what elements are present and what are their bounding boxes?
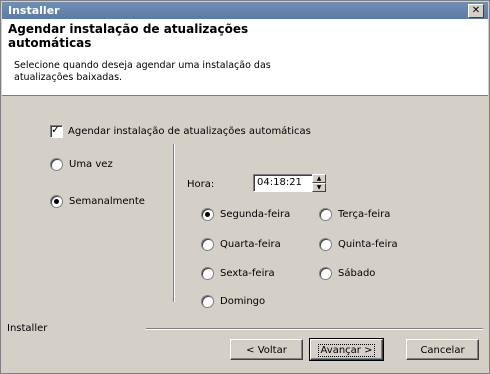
radio-label: Sexta-feira: [220, 268, 275, 279]
schedule-checkbox-label: Agendar instalação de atualizações autom…: [68, 126, 311, 137]
radio-semanalmente[interactable]: Semanalmente: [50, 195, 145, 208]
radio-label: Quarta-feira: [220, 239, 281, 250]
radio-circle[interactable]: [201, 295, 214, 308]
radio-label: Quinta-feira: [338, 239, 398, 250]
radio-day-sabado[interactable]: Sábado: [319, 267, 375, 280]
radio-circle[interactable]: [201, 238, 214, 251]
time-label: Hora:: [187, 179, 215, 190]
radio-circle[interactable]: [50, 195, 63, 208]
radio-day-terca[interactable]: Terça-feira: [319, 208, 390, 221]
radio-label: Segunda-feira: [220, 209, 291, 220]
footer-brand-label: Installer: [7, 323, 48, 334]
checkbox-box[interactable]: [50, 123, 63, 138]
radio-day-quinta[interactable]: Quinta-feira: [319, 238, 398, 251]
back-button[interactable]: < Voltar: [230, 339, 303, 360]
window-title: Installer: [8, 4, 60, 17]
radio-day-domingo[interactable]: Domingo: [201, 295, 265, 308]
radio-uma-vez[interactable]: Uma vez: [50, 158, 113, 171]
schedule-checkbox[interactable]: Agendar instalação de atualizações autom…: [50, 123, 311, 138]
wizard-header: Agendar instalação de atualizações autom…: [2, 19, 488, 96]
next-button[interactable]: Avançar >: [309, 338, 384, 361]
installer-window: Installer ✕ Agendar instalação de atuali…: [0, 0, 490, 374]
spin-up-icon[interactable]: ▲: [312, 174, 326, 183]
time-input[interactable]: 04:18:21: [253, 174, 321, 192]
radio-circle[interactable]: [201, 267, 214, 280]
radio-circle[interactable]: [319, 208, 332, 221]
title-bar: Installer ✕: [2, 2, 488, 19]
radio-day-segunda[interactable]: Segunda-feira: [201, 208, 290, 221]
radio-day-quarta[interactable]: Quarta-feira: [201, 238, 281, 251]
radio-label: Uma vez: [69, 159, 113, 170]
separator-vertical: [173, 144, 174, 302]
close-button[interactable]: ✕: [468, 4, 484, 18]
radio-label: Semanalmente: [69, 196, 145, 207]
radio-label: Terça-feira: [338, 209, 391, 220]
radio-circle[interactable]: [50, 158, 63, 171]
next-button-label: Avançar >: [317, 344, 376, 357]
cancel-button[interactable]: Cancelar: [406, 339, 479, 360]
radio-label: Sábado: [338, 268, 376, 279]
radio-label: Domingo: [220, 296, 266, 307]
footer-separator: [146, 328, 483, 329]
radio-day-sexta[interactable]: Sexta-feira: [201, 267, 275, 280]
radio-circle[interactable]: [319, 267, 332, 280]
radio-circle[interactable]: [319, 238, 332, 251]
radio-circle[interactable]: [201, 208, 214, 221]
page-subtitle: Selecione quando deseja agendar uma inst…: [14, 60, 271, 83]
page-title: Agendar instalação de atualizações autom…: [8, 22, 249, 50]
time-spinner[interactable]: ▲ ▼: [312, 174, 326, 192]
spin-down-icon[interactable]: ▼: [312, 183, 326, 192]
